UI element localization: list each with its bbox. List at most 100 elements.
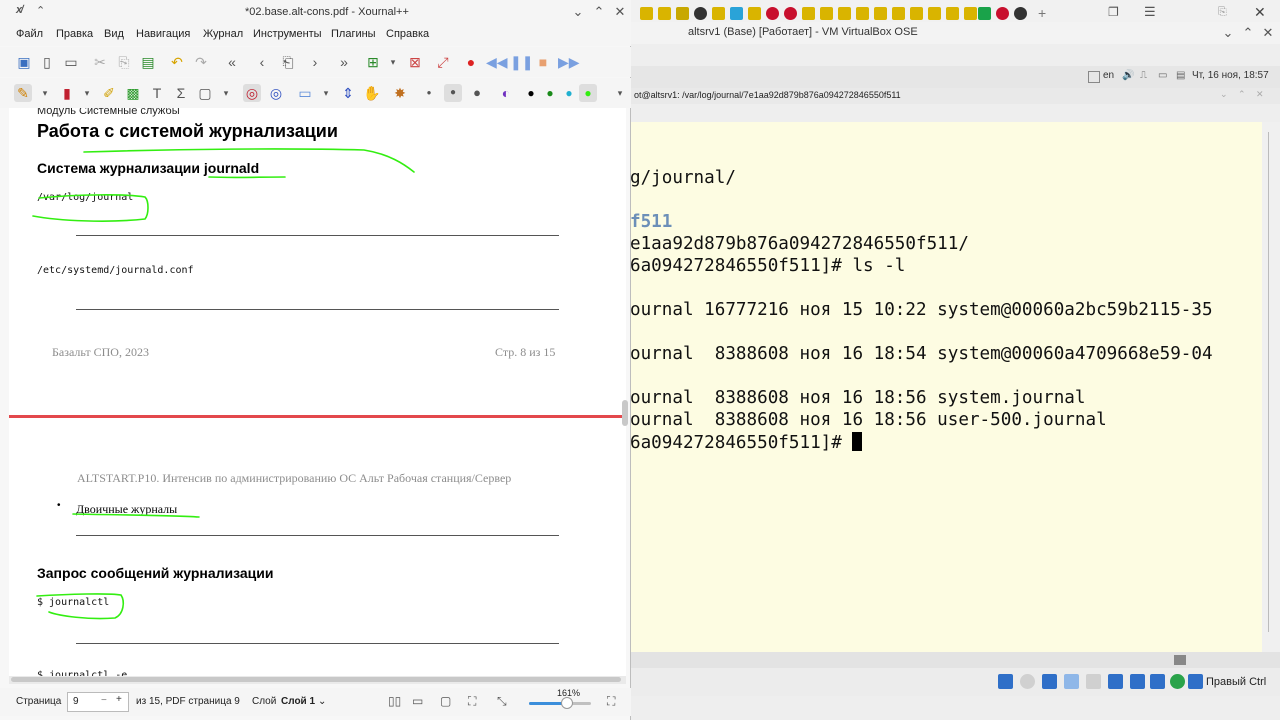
tray-app-icon[interactable] (928, 7, 941, 20)
tray-app-icon[interactable] (730, 7, 743, 20)
stop-icon[interactable]: ■ (534, 53, 552, 71)
menu-edit[interactable]: Правка (56, 28, 93, 40)
color-cyan[interactable]: ● (560, 84, 578, 102)
network-icon[interactable] (1064, 674, 1079, 689)
shape-recognizer-icon[interactable]: ◎ (243, 84, 261, 102)
open-folder-icon[interactable]: ▭ (62, 53, 80, 71)
keyboard-layout[interactable]: en (1103, 70, 1114, 81)
maximize-icon[interactable]: ⌃ (591, 4, 607, 20)
fill-icon[interactable]: ✸ (391, 84, 409, 102)
menu-tools[interactable]: Инструменты (253, 28, 322, 40)
pen-icon[interactable]: ✎ (14, 84, 32, 102)
tray-app-icon[interactable] (1014, 7, 1027, 20)
menu-file[interactable]: Файл (16, 28, 43, 40)
tray-app-icon[interactable] (946, 7, 959, 20)
tray-icon[interactable]: ▭ (1158, 70, 1167, 81)
rewind-icon[interactable]: ◀◀ (486, 53, 508, 71)
horizontal-scrollbar[interactable] (9, 676, 626, 684)
goto-page-icon[interactable]: ⎗ (279, 53, 297, 71)
highlighter-icon[interactable]: ✐ (100, 84, 118, 102)
chevron-down-icon[interactable]: ▾ (217, 84, 235, 102)
paste-icon[interactable]: ▤ (139, 53, 157, 71)
usb-icon[interactable] (1086, 674, 1101, 689)
tray-app-icon[interactable] (820, 7, 833, 20)
restore-icon[interactable]: ❐ (1108, 5, 1119, 19)
tray-app-icon[interactable] (892, 7, 905, 20)
save-icon[interactable]: ▣ (15, 53, 33, 71)
previous-page-icon[interactable]: ‹ (253, 53, 271, 71)
new-document-icon[interactable]: ▯ (38, 53, 56, 71)
zoom-100-icon[interactable]: ⛶ (468, 694, 476, 709)
tray-app-icon[interactable] (694, 7, 707, 20)
terminal-scrollbar[interactable] (1262, 122, 1280, 652)
optical-drive-icon[interactable] (1020, 674, 1035, 689)
thick-stroke-icon[interactable]: ● (468, 84, 486, 102)
menu-view[interactable]: Вид (104, 28, 124, 40)
next-page-icon[interactable]: › (306, 53, 324, 71)
eraser-icon[interactable]: ▮ (58, 84, 76, 102)
tray-app-icon[interactable] (874, 7, 887, 20)
two-page-icon[interactable]: ▯▯ (388, 694, 401, 708)
undo-icon[interactable]: ↶ (168, 53, 186, 71)
color-green[interactable]: ● (541, 84, 559, 102)
shape-icon[interactable]: ▢ (196, 84, 214, 102)
forward-icon[interactable]: ▶▶ (558, 53, 580, 71)
color-black[interactable]: ● (522, 84, 540, 102)
tray-app-icon[interactable] (658, 7, 671, 20)
vertical-scrollbar[interactable] (622, 400, 628, 426)
menu-help[interactable]: Справка (386, 28, 429, 40)
display-icon[interactable] (1130, 674, 1145, 689)
zoom-fit-icon[interactable]: ▢ (440, 694, 451, 708)
audio-icon[interactable] (1042, 674, 1057, 689)
insert-page-icon[interactable]: ⊞ (364, 53, 382, 71)
thin-stroke-icon[interactable]: ● (420, 84, 438, 102)
fullscreen-icon[interactable]: ⛶ (607, 694, 615, 709)
vertical-space-icon[interactable]: ⇕ (339, 84, 357, 102)
hdd-icon[interactable] (998, 674, 1013, 689)
recording-icon[interactable] (1150, 674, 1165, 689)
pdf-page[interactable]: ALTSTART.P10. Интенсив по администрирова… (9, 421, 626, 678)
tray-icon[interactable]: ⎘ (1218, 6, 1227, 19)
tray-app-icon[interactable] (802, 7, 815, 20)
chevron-down-icon[interactable]: ▾ (317, 84, 335, 102)
file-manager-icon[interactable] (1088, 71, 1100, 83)
shared-folders-icon[interactable] (1108, 674, 1123, 689)
tray-app-icon[interactable] (996, 7, 1009, 20)
cpu-icon[interactable] (1170, 674, 1185, 689)
maximize-icon[interactable]: ⌃ (1240, 25, 1256, 41)
presentation-icon[interactable]: ▭ (412, 694, 423, 708)
tray-app-icon[interactable] (964, 7, 977, 20)
tray-app-icon[interactable] (712, 7, 725, 20)
layer-select[interactable]: Слой 1 (281, 696, 315, 707)
menu-journal[interactable]: Журнал (203, 28, 243, 40)
ruler-icon[interactable]: ◎ (267, 84, 285, 102)
text-icon[interactable]: T (148, 84, 166, 102)
close-icon[interactable]: ✕ (1254, 4, 1266, 21)
record-icon[interactable]: ● (462, 53, 480, 71)
tray-app-icon[interactable] (978, 7, 991, 20)
medium-stroke-icon[interactable]: ● (444, 84, 462, 102)
copy-icon[interactable]: ⎘ (115, 53, 133, 71)
menu-navigation[interactable]: Навигация (136, 28, 190, 40)
yandex-icon[interactable] (784, 7, 797, 20)
chevron-down-icon[interactable]: ▾ (384, 53, 402, 71)
tray-app-icon[interactable] (910, 7, 923, 20)
zoom-page-icon[interactable]: ⤡ (497, 694, 507, 709)
clock[interactable]: Чт, 16 ноя, 18:57 (1192, 70, 1269, 81)
mouse-integration-icon[interactable] (1188, 674, 1203, 689)
minimize-icon[interactable]: ⌄ (1220, 89, 1228, 100)
close-icon[interactable]: ✕ (1260, 25, 1276, 41)
speaker-icon[interactable]: 🔊 (1122, 70, 1134, 81)
maximize-icon[interactable]: ⌃ (1238, 89, 1246, 100)
tray-app-icon[interactable] (838, 7, 851, 20)
document-canvas[interactable]: Модуль Системные службы Работа с системо… (9, 108, 626, 678)
increment-button[interactable]: + (116, 694, 122, 705)
menu-icon[interactable]: ☰ (1144, 4, 1156, 20)
clipboard-icon[interactable]: ▤ (1176, 70, 1185, 81)
first-page-icon[interactable]: « (223, 53, 241, 71)
new-tab-icon[interactable]: + (1038, 5, 1046, 21)
chevron-down-icon[interactable]: ▾ (611, 84, 629, 102)
pause-icon[interactable]: ❚❚ (510, 53, 533, 71)
desktop-icon[interactable] (1174, 655, 1186, 665)
chevron-up-icon[interactable]: ⌃ (36, 4, 45, 17)
